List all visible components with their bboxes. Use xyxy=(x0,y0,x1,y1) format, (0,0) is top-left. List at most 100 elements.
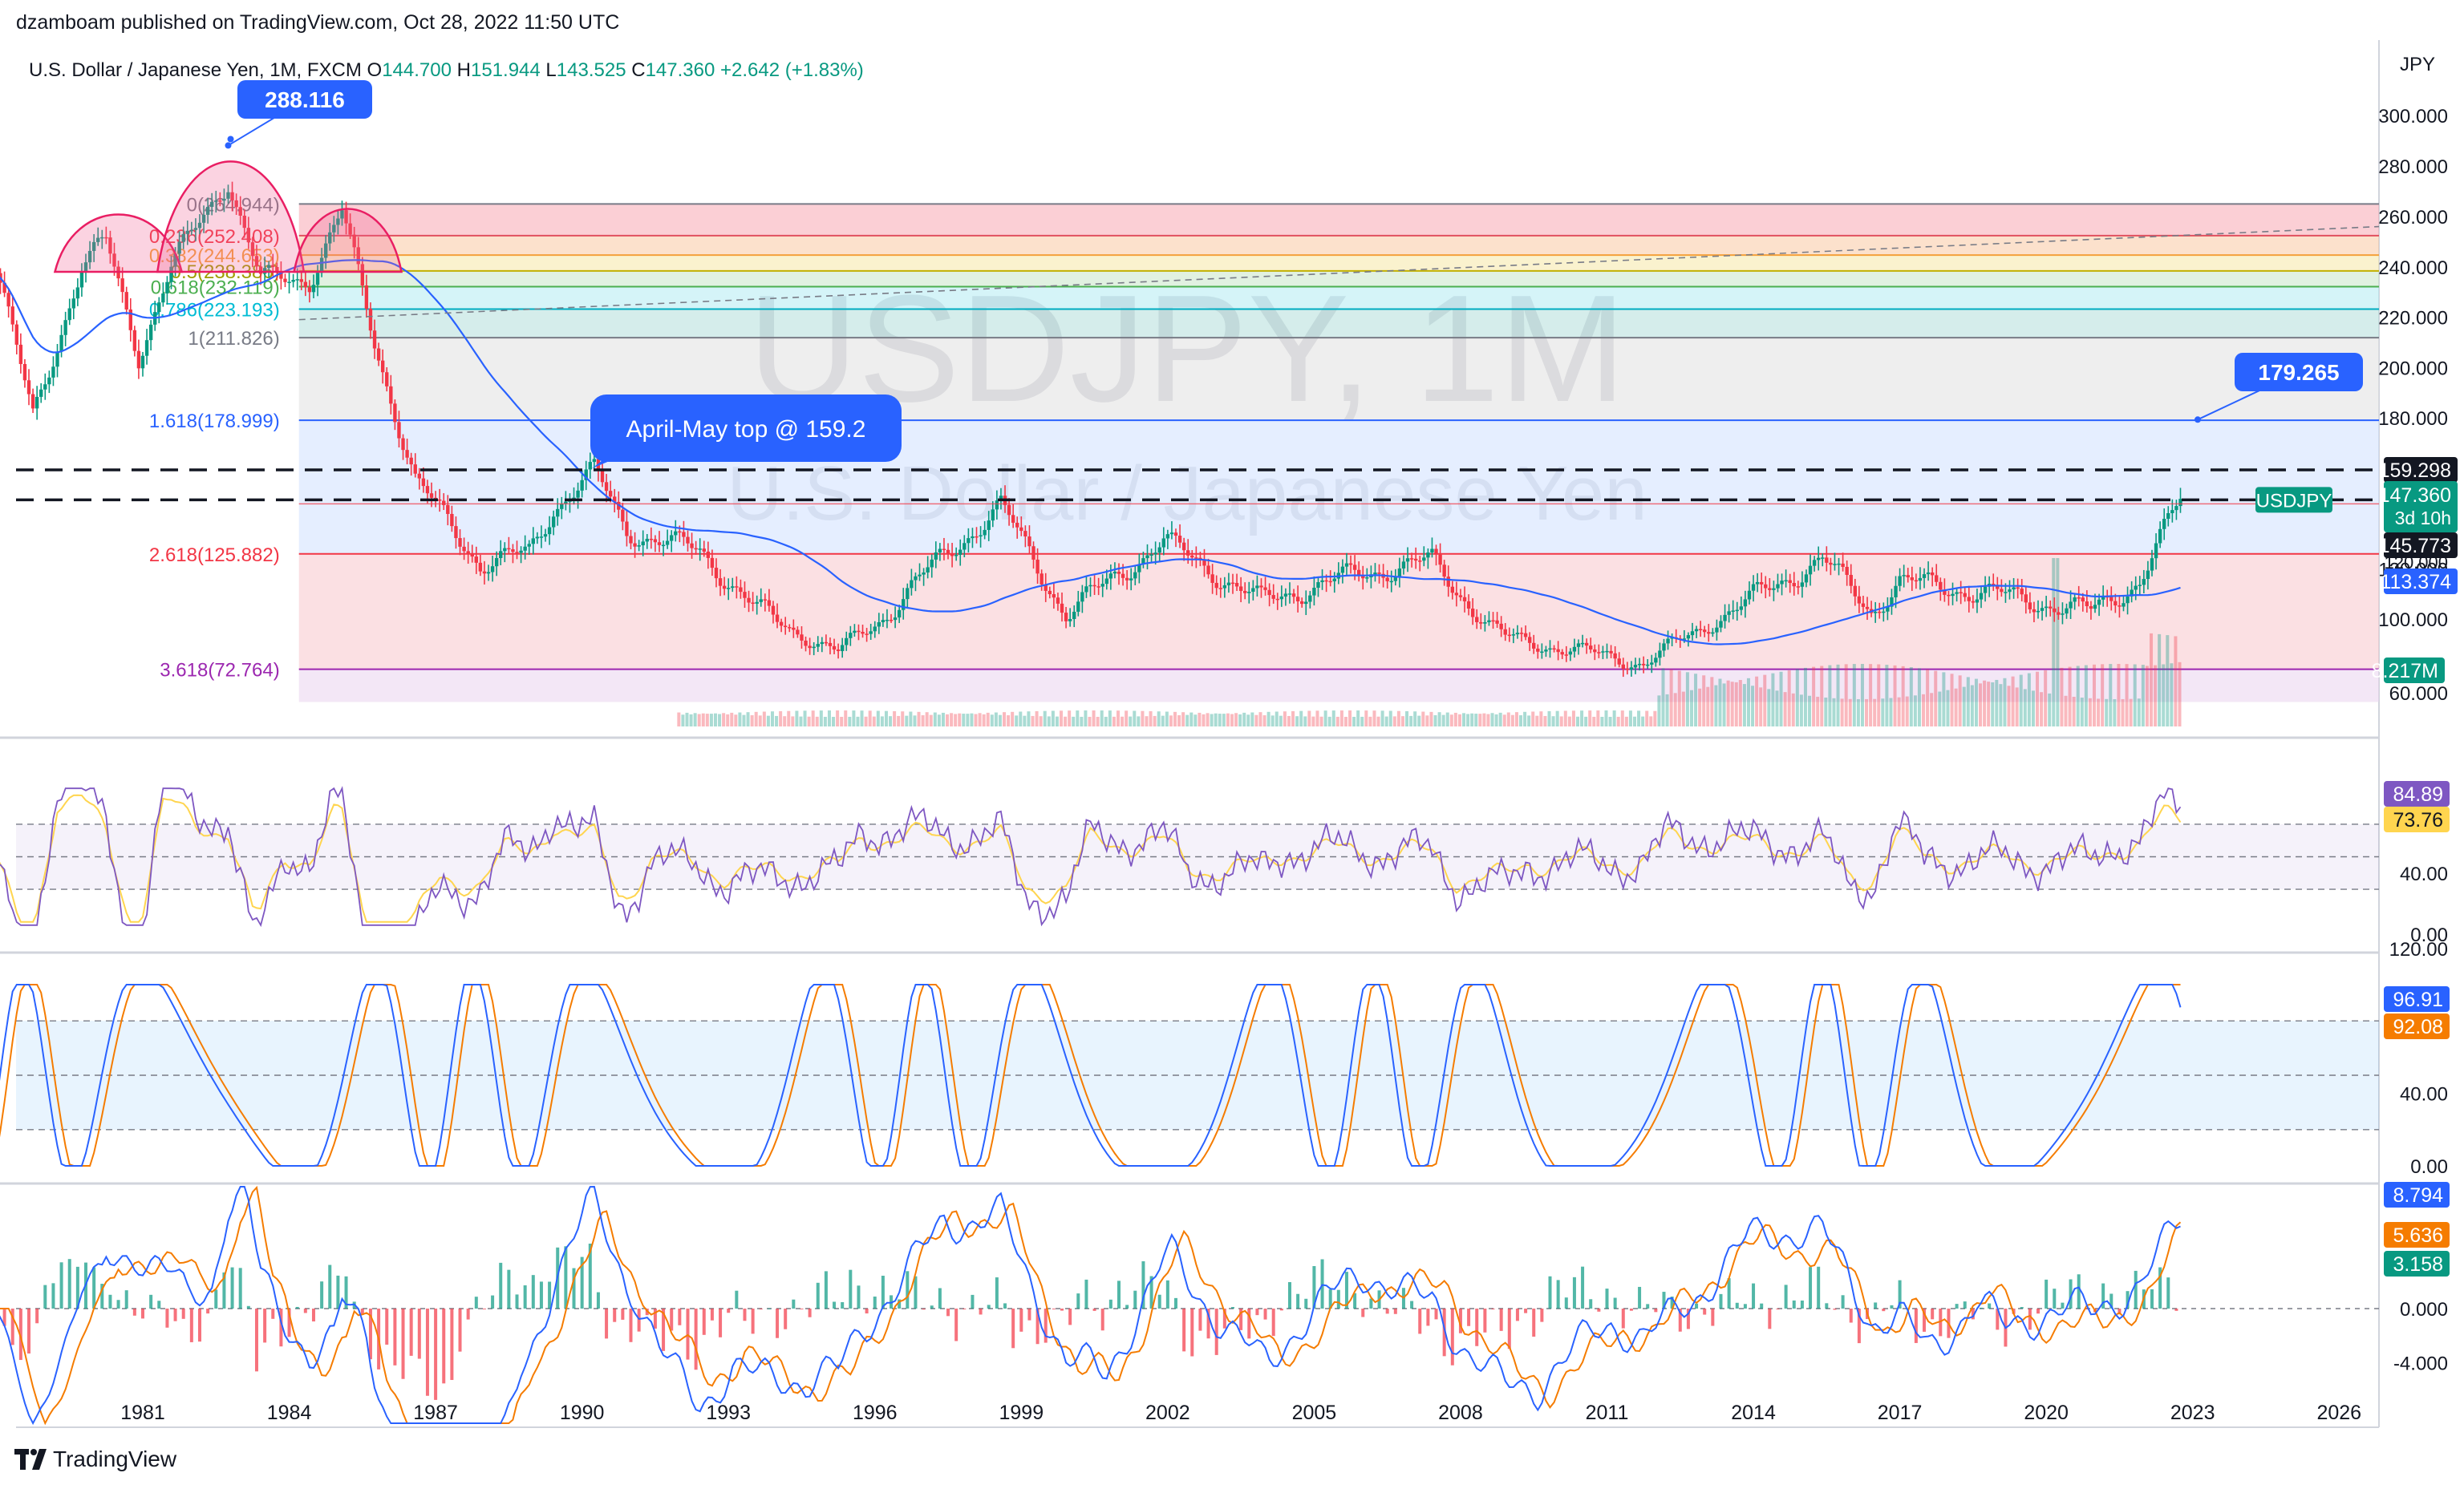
badge-macd-signal[interactable]: 5.636 xyxy=(2384,1222,2450,1248)
volume-bar xyxy=(1767,689,1771,726)
volume-bar xyxy=(2064,695,2068,726)
candle-body xyxy=(1849,574,1853,586)
badge-rsi[interactable]: 84.89 xyxy=(2384,781,2450,807)
symbol-name[interactable]: U.S. Dollar / Japanese Yen, 1M, FXCM xyxy=(29,59,362,81)
macd-histogram-bar xyxy=(2166,1277,2170,1309)
candle-body xyxy=(1503,629,1507,635)
candle-body xyxy=(2134,585,2138,590)
volume-bar xyxy=(1064,716,1068,726)
candle-body xyxy=(1804,574,1809,583)
candle-body xyxy=(1515,633,1520,635)
badge-symbol[interactable]: USDJPY xyxy=(2255,487,2332,513)
macd-histogram-bar xyxy=(1743,1304,1747,1309)
badge-stoch-d[interactable]: 92.08 xyxy=(2384,1014,2450,1039)
candle-body xyxy=(706,551,711,558)
candle-body xyxy=(1247,591,1251,593)
candle-body xyxy=(759,599,763,602)
macd-histogram-bar xyxy=(637,1309,641,1332)
badge-ma[interactable]: 113.374 xyxy=(2380,568,2458,594)
macd-histogram-bar xyxy=(873,1297,877,1309)
volume-bar xyxy=(1714,685,1718,726)
candle-body xyxy=(2097,599,2101,605)
volume-bar xyxy=(1202,714,1206,726)
candle-body xyxy=(2073,597,2077,602)
annotation-high-dot xyxy=(225,142,232,149)
macd-histogram-bar xyxy=(189,1309,193,1342)
candle-body xyxy=(2142,579,2146,585)
badge-159[interactable]: 159.298 xyxy=(2379,456,2458,483)
volume-bar xyxy=(2052,558,2056,726)
candle-body xyxy=(1450,586,1455,593)
candle-body xyxy=(1800,582,1805,587)
volume-bar xyxy=(1388,710,1392,726)
chart-svg[interactable]: USDJPY, 1MU.S. Dollar / Japanese Yen 0(2… xyxy=(0,0,2464,1485)
volume-bar xyxy=(1230,714,1234,726)
volume-bar xyxy=(1335,716,1339,726)
chart-canvas[interactable]: USDJPY, 1MU.S. Dollar / Japanese Yen 0(2… xyxy=(0,0,2464,1485)
badge-last-price[interactable]: 147.3603d 10h xyxy=(2379,481,2458,532)
volume-bar xyxy=(2088,698,2092,726)
macd-histogram-bar xyxy=(1703,1309,1707,1315)
candle-body xyxy=(523,546,527,551)
macd-histogram-bar xyxy=(124,1290,128,1309)
candle-body xyxy=(718,578,723,586)
volume-bar xyxy=(1909,667,1913,726)
annotation-april-may-text: April-May top @ 159.2 xyxy=(626,416,866,443)
volume-bar xyxy=(1803,667,1807,726)
badge-macd[interactable]: 8.794 xyxy=(2384,1182,2450,1208)
macd-histogram-bar xyxy=(2036,1309,2040,1314)
publisher-line: dzamboam published on TradingView.com, O… xyxy=(16,11,620,34)
volume-bar xyxy=(1068,710,1072,726)
candle-body xyxy=(1584,642,1589,646)
candle xyxy=(132,326,137,357)
macd-histogram-bar xyxy=(1882,1309,1886,1312)
volume-bar xyxy=(1661,668,1665,726)
candle-body xyxy=(1548,648,1552,650)
annotation-april-may-top[interactable]: April-May top @ 159.2 xyxy=(590,395,902,469)
macd-histogram-bar xyxy=(401,1309,405,1379)
badge-macd-hist[interactable]: 3.158 xyxy=(2384,1251,2450,1277)
macd-histogram-bar xyxy=(214,1289,218,1309)
volume-bar xyxy=(1926,669,1930,726)
macd-histogram-bar xyxy=(132,1309,136,1316)
price-tick-label: 240.000 xyxy=(2378,257,2448,279)
macd-histogram-bar xyxy=(1589,1299,1593,1309)
volume-bar xyxy=(1641,716,1645,726)
macd-histogram-bar xyxy=(1068,1309,1072,1325)
macd-histogram-bar xyxy=(1060,1309,1064,1311)
candle-body xyxy=(30,394,35,409)
volume-bar xyxy=(1145,716,1149,726)
volume-bar xyxy=(954,714,958,726)
badge-rsi-ma[interactable]: 73.76 xyxy=(2384,807,2450,832)
badge-stoch-k[interactable]: 96.91 xyxy=(2384,986,2450,1012)
annotation-high[interactable]: 288.116 xyxy=(225,80,372,149)
candle-body xyxy=(494,557,499,567)
volume-bar xyxy=(1405,710,1409,726)
candle-body xyxy=(1230,582,1235,585)
macd-histogram-bar xyxy=(1027,1309,1031,1321)
macd-histogram-bar xyxy=(2053,1289,2057,1309)
volume-bar xyxy=(1901,666,1905,726)
volume-bar xyxy=(2068,666,2072,726)
volume-bar xyxy=(1673,693,1677,726)
volume-bar xyxy=(1665,694,1669,726)
footer-brand[interactable]: TradingView xyxy=(14,1447,176,1472)
volume-bar xyxy=(1816,696,1820,726)
rsi-tick-label: 40.00 xyxy=(2400,864,2448,885)
volume-bar xyxy=(962,714,966,726)
volume-bar xyxy=(2007,686,2011,726)
volume-bar xyxy=(1453,712,1457,726)
candle-body xyxy=(592,459,597,463)
badge-volume[interactable]: 8.217M xyxy=(2372,658,2445,683)
candle-body xyxy=(995,500,999,510)
candle-body xyxy=(674,531,678,536)
volume-bar xyxy=(1950,674,1954,726)
macd-histogram-bar xyxy=(1499,1309,1503,1331)
macd-histogram-bar xyxy=(1849,1309,1853,1323)
candle xyxy=(47,370,51,394)
badge-rsi-ma-text: 73.76 xyxy=(2393,809,2443,831)
volume-bar xyxy=(1604,710,1608,726)
candle-body xyxy=(1027,536,1031,547)
candle-body xyxy=(409,457,413,465)
volume-bar xyxy=(1279,715,1283,726)
